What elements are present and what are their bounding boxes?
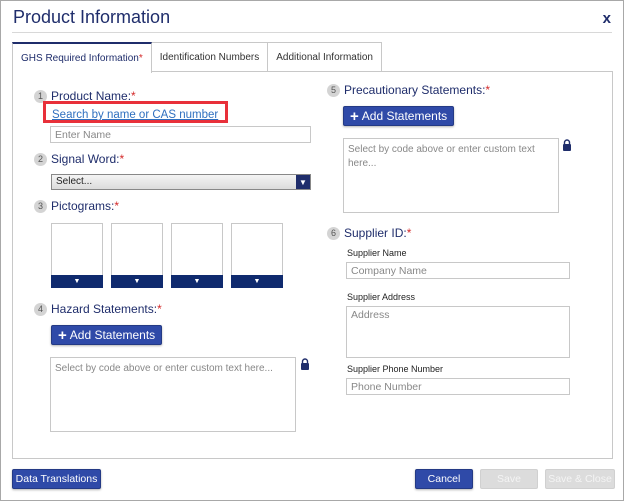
supplier-name-input[interactable]: Company Name — [346, 262, 570, 279]
precautionary-statements-textarea[interactable]: Select by code above or enter custom tex… — [343, 138, 559, 213]
step-number-badge: 3 — [34, 199, 47, 213]
hazard-statements-label: Hazard Statements: — [51, 302, 158, 316]
button-label: Add Statements — [361, 109, 448, 123]
highlight-box — [43, 101, 228, 123]
pictograms-label: Pictograms: — [51, 199, 115, 213]
pictogram-slot[interactable]: ▼ — [171, 223, 223, 288]
supplier-phone-label: Supplier Phone Number — [347, 364, 444, 374]
add-precautionary-statements-button[interactable]: + Add Statements — [343, 106, 455, 126]
product-name-input[interactable]: Enter Name — [50, 126, 311, 143]
supplier-id-label: Supplier ID: — [344, 226, 407, 240]
required-mark: * — [406, 226, 412, 240]
save-and-close-button[interactable]: Save & Close — [545, 469, 615, 489]
precautionary-statements-label: Precautionary Statements: — [344, 83, 486, 97]
tab-label: Additional Information — [276, 52, 373, 63]
pictogram-slot[interactable]: ▼ — [51, 223, 103, 288]
tab-identification-numbers[interactable]: Identification Numbers — [150, 42, 269, 72]
tab-additional-information[interactable]: Additional Information — [267, 42, 382, 72]
required-mark: * — [114, 199, 120, 213]
tab-label: Identification Numbers — [159, 52, 260, 63]
supplier-name-label: Supplier Name — [347, 248, 407, 258]
plus-icon: + — [350, 107, 359, 125]
supplier-address-textarea[interactable]: Address — [346, 306, 570, 358]
title-divider — [12, 32, 612, 33]
lock-icon[interactable] — [300, 358, 310, 370]
pictogram-slot[interactable]: ▼ — [111, 223, 163, 288]
save-button[interactable]: Save — [480, 469, 538, 489]
data-translations-button[interactable]: Data Translations — [12, 469, 101, 489]
step-number-badge: 5 — [327, 83, 340, 97]
product-information-dialog: Product Information x GHS Required Infor… — [0, 0, 624, 501]
tab-bar: GHS Required Information * Identification… — [12, 42, 382, 73]
tab-ghs-required-information[interactable]: GHS Required Information * — [12, 42, 152, 73]
required-mark: * — [485, 83, 491, 97]
cancel-button[interactable]: Cancel — [415, 469, 473, 489]
supplier-phone-input[interactable]: Phone Number — [346, 378, 570, 395]
step-number-badge: 6 — [327, 226, 340, 240]
required-mark: * — [157, 302, 162, 316]
button-label: Add Statements — [69, 328, 156, 342]
add-hazard-statements-button[interactable]: + Add Statements — [51, 325, 163, 345]
chevron-down-icon[interactable]: ▼ — [171, 275, 223, 288]
hazard-statements-textarea[interactable]: Select by code above or enter custom tex… — [50, 357, 296, 432]
chevron-down-icon[interactable]: ▼ — [111, 275, 163, 288]
dialog-title: Product Information — [13, 7, 171, 27]
chevron-down-icon[interactable]: ▼ — [296, 175, 310, 189]
plus-icon: + — [58, 326, 67, 344]
chevron-down-icon[interactable]: ▼ — [51, 275, 103, 288]
step-number-badge: 4 — [34, 302, 47, 316]
lock-icon[interactable] — [562, 139, 572, 151]
signal-word-label: Signal Word: — [51, 152, 120, 166]
supplier-address-label: Supplier Address — [347, 292, 416, 302]
step-number-badge: 2 — [34, 152, 47, 166]
tab-label: GHS Required Information — [21, 53, 139, 64]
signal-word-select[interactable]: Select... ▼ — [51, 174, 311, 190]
required-mark: * — [119, 152, 125, 166]
chevron-down-icon[interactable]: ▼ — [231, 275, 283, 288]
close-button[interactable]: x — [603, 10, 611, 27]
selected-value: Select... — [56, 176, 93, 187]
required-mark: * — [138, 53, 143, 64]
pictogram-slot[interactable]: ▼ — [231, 223, 283, 288]
